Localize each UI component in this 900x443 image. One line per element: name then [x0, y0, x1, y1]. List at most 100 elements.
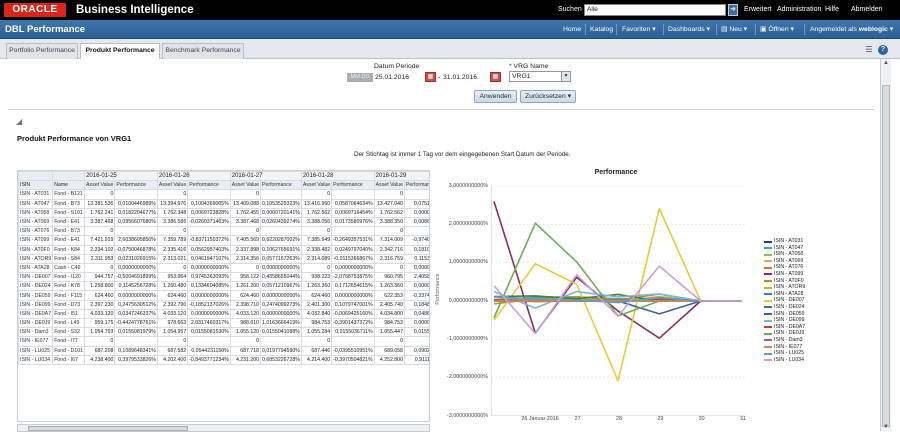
tab-benchmark-performance[interactable]: Benchmark Performance: [162, 43, 244, 59]
date-to-field[interactable]: 31.01.2016: [443, 72, 477, 83]
performance-cell: 0,184898: [403, 299, 429, 310]
asset-value-header: Asset Value: [156, 180, 189, 191]
table-horizontal-scrollbar[interactable]: [17, 424, 430, 432]
nav-catalog[interactable]: Katalog: [590, 24, 613, 35]
isin-cell: ISIN - Dam3: [18, 327, 54, 338]
nav-favorites[interactable]: Favoriten ▾: [622, 24, 656, 35]
nav-home[interactable]: Home: [563, 24, 581, 35]
apply-button[interactable]: Anwenden: [474, 90, 517, 103]
asset-value-cell: 2.392.790: [156, 299, 189, 310]
asset-value-cell: 0: [300, 226, 333, 237]
isin-cell: ISIN - ATA28: [18, 262, 54, 274]
collapse-section-icon[interactable]: ◢: [16, 117, 22, 126]
advanced-link[interactable]: Erweitert: [744, 4, 772, 16]
nav-new[interactable]: ▤ Neu ▾: [721, 24, 747, 35]
nav-open[interactable]: ▣ Öffnen ▾: [760, 24, 794, 35]
tab-portfolio-performance[interactable]: Portfolio Performance: [6, 43, 78, 59]
y-tick-label: -3,0000000000%: [446, 412, 488, 419]
legend-item[interactable]: ISIN - DE007: [764, 297, 874, 304]
legend-item[interactable]: ISIN - AT069: [764, 258, 874, 265]
performance-cell: 0,0000000000%: [260, 308, 302, 320]
asset-value-header: Asset Value: [229, 180, 262, 191]
date-from-field[interactable]: 25.01.2016: [375, 72, 409, 83]
legend-item[interactable]: ISIN - Dam3: [764, 337, 874, 344]
vrg-name-select[interactable]: VRG1 ▼: [509, 71, 571, 82]
performance-cell: 0,0577167263%: [260, 253, 302, 264]
asset-value-cell: 1.054.793: [84, 327, 116, 338]
scrollbar-thumb[interactable]: [882, 85, 890, 427]
legend-item[interactable]: ISIN - AT031: [764, 238, 874, 245]
search-input[interactable]: Alle: [584, 4, 726, 16]
legend-swatch: [764, 299, 772, 302]
performance-header: Performance: [187, 180, 231, 191]
scroll-down-icon[interactable]: ▼: [881, 423, 891, 431]
performance-cell: -0,3970504821%: [331, 354, 375, 365]
legend-label: ISIN - DE024: [774, 303, 805, 310]
reset-button[interactable]: Zurücksetzen ▾: [520, 90, 576, 103]
legend-item[interactable]: ISIN - AT047: [764, 245, 874, 252]
legend-item[interactable]: ISIN - LU025: [764, 350, 874, 357]
table-row: ISIN - AT0F0 Fond - K84 2.334.102 -0,075004…: [18, 244, 429, 255]
scroll-up-icon[interactable]: ▲: [881, 59, 891, 67]
legend-item[interactable]: ISIN - DE0A7: [764, 324, 874, 331]
logout-link[interactable]: Abmelden: [851, 4, 883, 16]
name-cell: Fond - B121: [52, 189, 86, 200]
asset-value-cell: 2.338.482: [300, 244, 333, 255]
nav-favorites-label: Favoriten: [622, 26, 651, 33]
legend-swatch: [764, 266, 772, 269]
legend-item[interactable]: ISIN - AT0F0: [764, 278, 874, 285]
asset-value-cell: 0: [156, 189, 189, 200]
isin-cell: ISIN - AT076: [18, 226, 54, 237]
chevron-down-icon: ▾: [652, 26, 656, 33]
asset-value-cell: 1.762.562: [373, 207, 405, 218]
performance-cell: 0,0000000000%: [260, 290, 302, 301]
legend-label: ISIN - LU034: [774, 356, 804, 363]
legend-item[interactable]: ISIN - ATOR9: [764, 284, 874, 291]
name-cell: Fond - I67: [52, 354, 86, 365]
scrollbar-thumb[interactable]: [28, 426, 188, 431]
performance-cell: [260, 189, 302, 200]
chevron-down-icon[interactable]: ▼: [561, 72, 570, 81]
legend-item[interactable]: ISIN - DE059: [764, 311, 874, 318]
performance-cell: 0,000000: [403, 207, 429, 218]
calendar-icon[interactable]: ▦: [425, 72, 436, 82]
isin-cell: ISIN - DE0J9: [18, 317, 54, 329]
isin-cell: ISIN - DE059: [18, 290, 54, 301]
help-icon[interactable]: ?: [878, 45, 888, 55]
asset-value-cell: 944.757: [84, 272, 116, 283]
nav-separator: [616, 24, 617, 35]
asset-value-cell: 1.263.360: [373, 281, 405, 292]
performance-cell: -0,1852137026%: [187, 299, 231, 310]
performance-cell: -2,0768753875%: [331, 272, 375, 283]
legend-item[interactable]: ISIN - DE0J9: [764, 330, 874, 337]
search-go-icon[interactable]: ➜: [728, 4, 738, 16]
performance-cell: 0,075128: [403, 198, 429, 209]
date-header: 2016-01-25: [84, 171, 158, 182]
tab-produkt-performance[interactable]: Produkt Performance: [80, 43, 160, 60]
asset-value-cell: 0: [229, 336, 262, 347]
administration-link[interactable]: Administration: [777, 4, 821, 16]
legend-item[interactable]: ISIN - LU034: [764, 357, 874, 364]
performance-cell: 0,1004369005%: [187, 198, 231, 209]
performance-cell: [403, 226, 429, 237]
page-options-icon[interactable]: ☰: [864, 45, 874, 55]
legend-item[interactable]: ISIN - ATA28: [764, 291, 874, 298]
help-link[interactable]: Hilfe: [825, 4, 839, 16]
asset-value-cell: 687.718: [229, 345, 262, 356]
legend-item[interactable]: ISIN - DE099: [764, 317, 874, 324]
nav-dashboards[interactable]: Dashboards ▾: [668, 24, 710, 35]
legend-swatch: [764, 280, 772, 283]
performance-cell: 0,0461947107%: [187, 253, 231, 264]
legend-item[interactable]: ISIN - AT076: [764, 264, 874, 271]
signed-in-as[interactable]: Angemeldet als weblogic ▾: [810, 24, 893, 35]
legend-item[interactable]: ISIN - DE024: [764, 304, 874, 311]
asset-value-cell: 2.334.102: [84, 244, 116, 255]
legend-item[interactable]: ISIN - IE077: [764, 344, 874, 351]
section-divider: [8, 109, 874, 110]
asset-value-cell: 0: [300, 189, 333, 200]
calendar-icon[interactable]: ▦: [490, 72, 501, 82]
performance-cell: 0,090235: [403, 345, 429, 356]
page-vertical-scrollbar[interactable]: ▲ ▼: [880, 59, 891, 431]
legend-item[interactable]: ISIN - AT058: [764, 251, 874, 258]
legend-item[interactable]: ISIN - AT099: [764, 271, 874, 278]
